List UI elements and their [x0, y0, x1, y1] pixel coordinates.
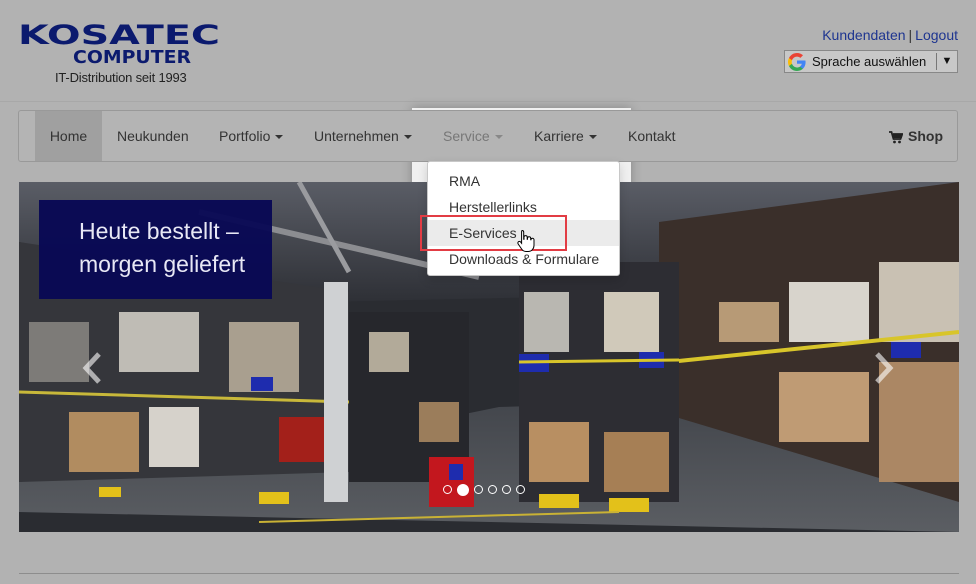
- nav-unternehmen[interactable]: Unternehmen: [314, 111, 412, 161]
- language-label: Sprache auswählen: [812, 54, 927, 69]
- carousel-indicator[interactable]: [502, 485, 511, 494]
- caret-down-icon: [403, 135, 412, 140]
- nav-unternehmen-label: Unternehmen: [314, 128, 399, 144]
- logo-line2: COMPUTER: [73, 47, 191, 66]
- nav-kontakt-label: Kontakt: [628, 128, 676, 144]
- carousel-indicator[interactable]: [516, 485, 525, 494]
- carousel-indicators: [443, 484, 525, 499]
- carousel-indicator[interactable]: [443, 485, 452, 494]
- main-navbar: Home Neukunden Portfolio Unternehmen Ser…: [18, 110, 958, 162]
- carousel-indicator[interactable]: [488, 485, 497, 494]
- nav-home-label: Home: [49, 128, 88, 144]
- chevron-right-icon[interactable]: [873, 350, 895, 386]
- link-separator: |: [908, 27, 913, 43]
- caption-line-1: Heute bestellt –: [79, 218, 239, 244]
- highlight-box: [420, 215, 567, 251]
- chevron-left-icon[interactable]: [81, 350, 103, 386]
- customer-data-link[interactable]: Kundendaten: [822, 27, 905, 43]
- nav-shop-label: Shop: [908, 128, 943, 144]
- menu-item-rma[interactable]: RMA: [428, 168, 619, 194]
- logo-tagline: IT-Distribution seit 1993: [55, 70, 187, 85]
- caret-down-icon: [275, 135, 284, 140]
- footer-divider: [19, 573, 959, 574]
- nav-kontakt[interactable]: Kontakt: [628, 111, 675, 161]
- nav-portfolio[interactable]: Portfolio: [219, 111, 284, 161]
- cart-icon: [889, 130, 903, 144]
- header-divider: [0, 101, 976, 102]
- caption-line-2: morgen geliefert: [79, 251, 246, 277]
- nav-neukunden[interactable]: Neukunden: [117, 111, 189, 161]
- slide-caption: Heute bestellt – morgen geliefert: [39, 200, 272, 299]
- kosatec-logo[interactable]: KOSATEC COMPUTER IT-Distribution seit 19…: [18, 22, 223, 88]
- google-g-icon: [788, 52, 806, 71]
- account-links: Kundendaten | Logout: [822, 27, 958, 43]
- carousel-indicator[interactable]: [474, 485, 483, 494]
- carousel-indicator-active[interactable]: [457, 484, 469, 496]
- logo-wordmark: KOSATEC COMPUTER: [18, 22, 220, 66]
- caret-down-icon: [494, 135, 503, 140]
- nav-karriere[interactable]: Karriere: [534, 111, 597, 161]
- nav-home[interactable]: Home: [35, 111, 102, 161]
- hand-pointer-icon: [517, 229, 535, 252]
- nav-service[interactable]: Service: [443, 111, 503, 161]
- nav-service-label: Service: [443, 128, 490, 144]
- dropdown-arrow-icon: ▼: [936, 53, 957, 70]
- nav-neukunden-label: Neukunden: [117, 128, 189, 144]
- nav-karriere-label: Karriere: [534, 128, 584, 144]
- logout-link[interactable]: Logout: [915, 27, 958, 43]
- nav-shop[interactable]: Shop: [889, 111, 943, 161]
- nav-portfolio-label: Portfolio: [219, 128, 271, 144]
- caret-down-icon: [588, 135, 597, 140]
- language-select[interactable]: Sprache auswählen ▼: [784, 50, 958, 73]
